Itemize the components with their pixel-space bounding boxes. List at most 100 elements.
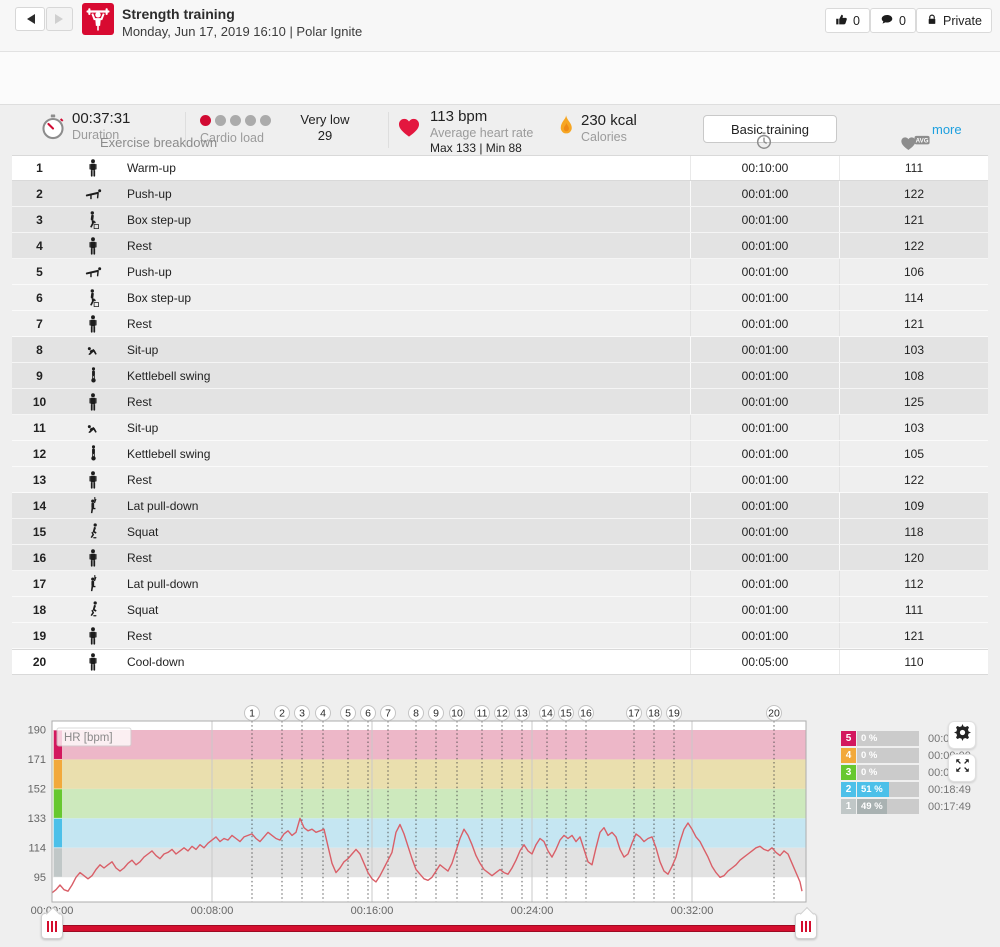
gear-icon [954,724,971,746]
exercise-duration: 00:01:00 [690,181,839,206]
zone-percent-value: 0 % [861,767,877,778]
zone-percent-value: 49 % [861,801,883,812]
exercise-name: Sit-up [119,337,690,362]
svg-text:14: 14 [541,708,553,720]
chart-fullscreen-button[interactable] [948,754,976,782]
time-axis-tick: 00:32:00 [671,905,714,917]
zone-percent-bar: 0 % [857,731,919,746]
exercise-name: Lat pull-down [119,571,690,596]
exercise-number: 5 [12,259,67,284]
svg-text:13: 13 [516,708,528,720]
exercise-avg-hr: 105 [839,441,988,466]
exercise-duration: 00:05:00 [690,650,839,674]
zone-number-badge: 3 [841,765,856,780]
svg-text:9: 9 [433,708,439,720]
exercise-duration: 00:01:00 [690,441,839,466]
zone-number-badge: 4 [841,748,856,763]
chart-settings-button[interactable] [948,721,976,749]
svg-text:15: 15 [560,708,572,720]
exercise-number: 4 [12,233,67,258]
exercise-avg-hr: 122 [839,467,988,492]
previous-session-button[interactable] [15,7,45,31]
comment-count: 0 [899,14,906,28]
svg-text:171: 171 [28,754,46,766]
table-row: 18Squat00:01:00111 [12,597,988,623]
time-axis-tick: 00:16:00 [351,905,394,917]
like-button[interactable]: 0 [825,8,870,33]
box-step-up-icon [67,285,119,310]
cardio-load-dots [200,115,271,126]
exercise-avg-hr: 103 [839,415,988,440]
lat-pull-down-icon [67,493,119,518]
exercise-duration: 00:01:00 [690,389,839,414]
back-arrow-icon [22,14,35,24]
exercise-name: Kettlebell swing [119,363,690,388]
kettlebell-swing-icon [67,441,119,466]
session-subtitle: Monday, Jun 17, 2019 16:10 | Polar Ignit… [122,24,362,39]
svg-text:8: 8 [413,708,419,720]
slider-handle-right[interactable] [795,913,817,939]
strength-training-sport-icon [82,3,114,35]
exercise-name: Lat pull-down [119,493,690,518]
lat-pull-down-icon [67,571,119,596]
exercise-duration: 00:01:00 [690,259,839,284]
svg-text:114: 114 [28,842,46,854]
privacy-label: Private [943,14,982,28]
exercise-duration: 00:01:00 [690,363,839,388]
table-row: 17Lat pull-down00:01:00112 [12,571,988,597]
table-row: 14Lat pull-down00:01:00109 [12,493,988,519]
cardio-load-dot [230,115,241,126]
svg-text:AVG: AVG [916,138,929,145]
exercise-number: 8 [12,337,67,362]
exercise-name: Cool-down [119,650,690,674]
comment-button[interactable]: 0 [870,8,916,33]
zone-number-badge: 1 [841,799,856,814]
cardio-load-dot [215,115,226,126]
summary-stats-bar: 00:37:31 Duration Cardio load Very low 2… [0,52,1000,105]
svg-text:152: 152 [28,783,46,795]
lock-icon [926,13,938,29]
zone-percent-bar: 49 % [857,799,919,814]
exercise-duration: 00:01:00 [690,519,839,544]
zone-time-value: 00:17:49 [928,801,971,813]
exercise-duration: 00:01:00 [690,467,839,492]
svg-text:HR [bpm]: HR [bpm] [64,732,113,744]
next-session-button[interactable] [46,7,73,31]
duration-column-stopwatch-icon [755,132,773,155]
exercise-number: 17 [12,571,67,596]
svg-text:4: 4 [320,708,326,720]
cardio-load-dot [260,115,271,126]
table-row: 12Kettlebell swing00:01:00105 [12,441,988,467]
hr-zone-legend-row: 251 %00:18:49 [841,782,971,797]
table-row: 15Squat00:01:00118 [12,519,988,545]
time-range-slider-track[interactable] [52,925,806,932]
exercise-duration: 00:01:00 [690,623,839,648]
exercise-avg-hr: 121 [839,623,988,648]
forward-arrow-icon [55,14,68,24]
svg-text:18: 18 [648,708,660,720]
exercise-name: Rest [119,233,690,258]
exercise-duration: 00:01:00 [690,597,839,622]
exercise-number: 14 [12,493,67,518]
exercise-avg-hr: 125 [839,389,988,414]
exercise-duration: 00:01:00 [690,545,839,570]
zone-percent-bar: 0 % [857,748,919,763]
hr-chart-plot: HR [bpm]12345678910111213141516171819201… [0,700,830,911]
exercise-number: 6 [12,285,67,310]
exercise-name: Kettlebell swing [119,441,690,466]
table-row: 1Warm-up00:10:00111 [12,155,988,181]
exercise-number: 7 [12,311,67,336]
box-step-up-icon [67,207,119,232]
exercise-number: 9 [12,363,67,388]
session-title: Strength training [122,6,235,22]
exercise-number: 15 [12,519,67,544]
exercise-name: Rest [119,545,690,570]
svg-text:2: 2 [279,708,285,720]
exercise-number: 19 [12,623,67,648]
push-up-icon [67,259,119,284]
person-standing-icon [67,467,119,492]
slider-handle-left[interactable] [41,913,63,939]
exercise-avg-hr: 103 [839,337,988,362]
table-row: 8Sit-up00:01:00103 [12,337,988,363]
privacy-button[interactable]: Private [916,8,992,33]
